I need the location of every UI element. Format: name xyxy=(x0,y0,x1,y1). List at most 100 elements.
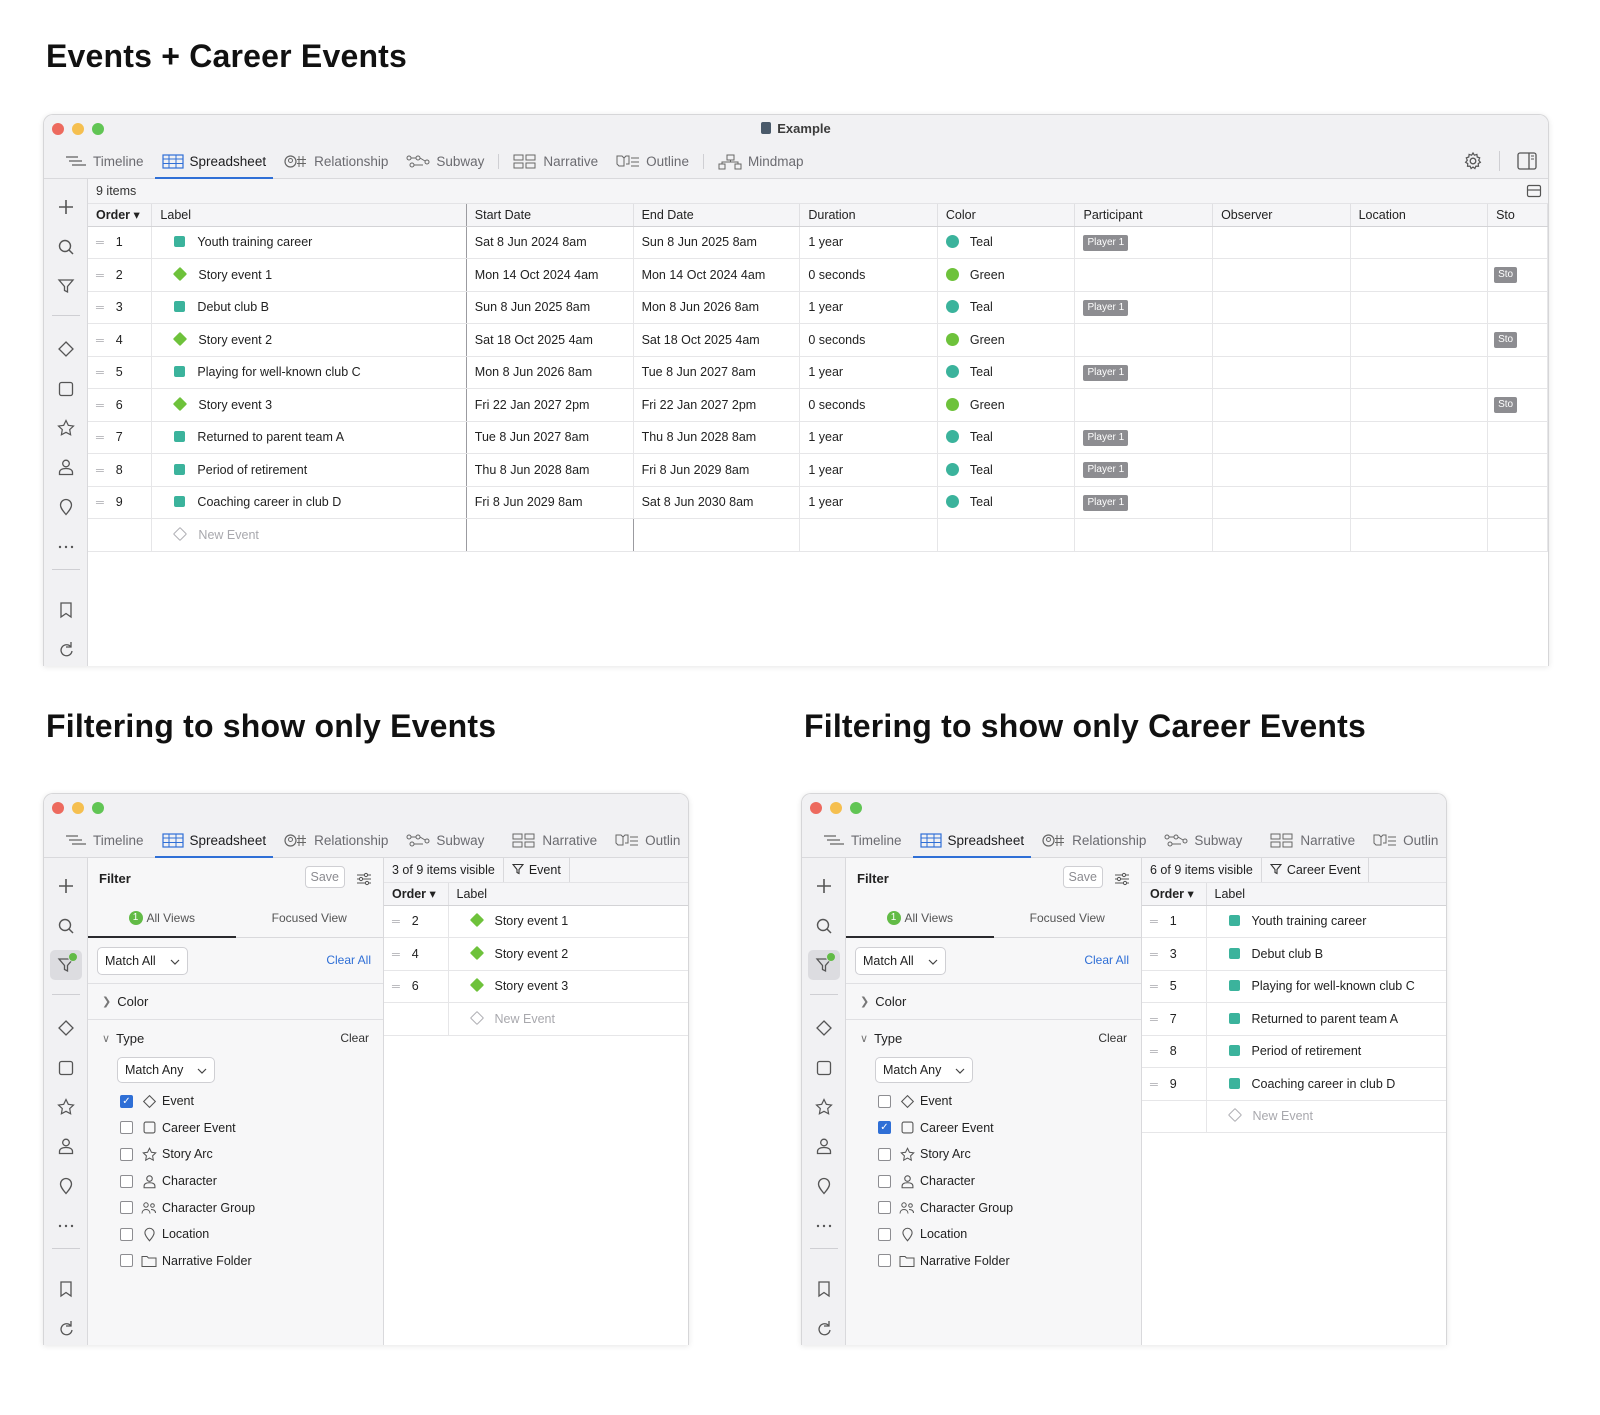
end-cell[interactable]: Thu 8 Jun 2028 8am xyxy=(633,421,801,454)
sliders-icon[interactable] xyxy=(356,871,372,887)
column-header[interactable]: Participant xyxy=(1074,204,1214,227)
observer-cell[interactable] xyxy=(1212,356,1351,389)
duration-cell[interactable]: 1 year xyxy=(799,356,938,389)
person-icon[interactable] xyxy=(54,455,78,479)
search-icon[interactable] xyxy=(812,914,836,938)
column-header[interactable]: Order ▾ xyxy=(1142,883,1207,906)
empty-cell[interactable] xyxy=(1074,518,1214,552)
star-icon[interactable] xyxy=(812,1095,836,1119)
star-icon[interactable] xyxy=(54,1095,78,1119)
collapse-panel-icon[interactable] xyxy=(1526,184,1542,201)
new-event-cell[interactable]: New Event xyxy=(1206,1100,1446,1133)
duration-cell[interactable]: 1 year xyxy=(799,486,938,519)
participant-cell[interactable]: Player 1 xyxy=(1074,291,1214,324)
table-row[interactable]: ═ 3 Debut club B xyxy=(1142,937,1446,971)
checkbox[interactable] xyxy=(878,1094,891,1108)
type-section-toggle[interactable]: ∨ Type Clear xyxy=(88,1020,383,1056)
story-cell[interactable]: Sto xyxy=(1487,388,1548,422)
match-all-dropdown[interactable]: Match All xyxy=(97,947,188,975)
duration-cell[interactable]: 1 year xyxy=(799,226,938,259)
label-cell[interactable]: Story event 1 xyxy=(448,905,688,938)
label-cell[interactable]: Story event 2 xyxy=(448,937,688,971)
drag-handle-icon[interactable]: ═ xyxy=(96,465,104,477)
label-cell[interactable]: Debut club B xyxy=(151,291,467,324)
table-row[interactable]: ═ 2 Story event 1 Mon 14 Oct 2024 4am Mon 14… xyxy=(88,258,1548,292)
duration-cell[interactable]: 1 year xyxy=(799,421,938,454)
square-icon[interactable] xyxy=(812,1056,836,1080)
checkbox[interactable] xyxy=(878,1174,891,1188)
type-option-narrative-folder[interactable]: Narrative Folder xyxy=(88,1248,383,1275)
new-event-cell[interactable]: New Event xyxy=(448,1002,688,1036)
participant-cell[interactable] xyxy=(1074,388,1214,422)
minimize-window-button[interactable] xyxy=(830,802,842,814)
sidebar-toggle-icon[interactable] xyxy=(1516,151,1538,171)
story-cell[interactable]: Sto xyxy=(1487,258,1548,292)
end-cell[interactable]: Sat 18 Oct 2025 4am xyxy=(633,323,801,357)
label-cell[interactable]: Story event 3 xyxy=(448,970,688,1003)
tab-outline[interactable]: Outlin xyxy=(606,824,688,857)
location-cell[interactable] xyxy=(1350,226,1489,259)
new-event-row[interactable]: New Event xyxy=(88,518,1548,552)
story-cell[interactable]: Sto xyxy=(1487,323,1548,357)
checkbox[interactable] xyxy=(120,1227,133,1241)
end-cell[interactable]: Sat 8 Jun 2030 8am xyxy=(633,486,801,519)
type-option-career-event[interactable]: ✓ Career Event xyxy=(846,1115,1141,1142)
tab-narrative[interactable]: Narrative xyxy=(1261,824,1364,857)
table-row[interactable]: ═ 5 Playing for well-known club C xyxy=(1142,970,1446,1003)
drag-handle-icon[interactable]: ═ xyxy=(96,302,104,314)
color-cell[interactable]: Teal xyxy=(937,356,1076,389)
end-cell[interactable]: Sun 8 Jun 2025 8am xyxy=(633,226,801,259)
tab-outline[interactable]: Outline xyxy=(607,145,698,178)
column-header[interactable]: Location xyxy=(1350,204,1489,227)
color-cell[interactable]: Teal xyxy=(937,226,1076,259)
observer-cell[interactable] xyxy=(1212,323,1351,357)
table-row[interactable]: ═ 1 Youth training career xyxy=(1142,905,1446,938)
diamond-icon[interactable] xyxy=(54,337,78,361)
start-cell[interactable]: Sat 8 Jun 2024 8am xyxy=(466,226,634,259)
observer-cell[interactable] xyxy=(1212,291,1351,324)
story-cell[interactable] xyxy=(1487,291,1548,324)
start-cell[interactable]: Fri 8 Jun 2029 8am xyxy=(466,486,634,519)
new-event-cell[interactable]: New Event xyxy=(151,518,467,552)
table-row[interactable]: ═ 9 Coaching career in club D xyxy=(1142,1067,1446,1101)
square-icon[interactable] xyxy=(54,377,78,401)
story-cell[interactable] xyxy=(1487,453,1548,487)
participant-cell[interactable]: Player 1 xyxy=(1074,453,1214,487)
column-header[interactable]: Order ▾ xyxy=(384,883,449,906)
color-section-toggle[interactable]: ❯ Color xyxy=(88,984,383,1020)
person-icon[interactable] xyxy=(54,1134,78,1158)
label-cell[interactable]: Youth training career xyxy=(151,226,467,259)
end-cell[interactable]: Fri 8 Jun 2029 8am xyxy=(633,453,801,487)
duration-cell[interactable]: 1 year xyxy=(799,453,938,487)
duration-cell[interactable]: 1 year xyxy=(799,291,938,324)
match-any-dropdown[interactable]: Match Any xyxy=(875,1057,974,1083)
drag-handle-icon[interactable]: ═ xyxy=(96,367,104,379)
tab-spreadsheet[interactable]: Spreadsheet xyxy=(153,145,276,179)
table-row[interactable]: ═ 3 Debut club B Sun 8 Jun 2025 8am Mon 8 Ju… xyxy=(88,291,1548,324)
close-window-button[interactable] xyxy=(52,802,64,814)
start-cell[interactable]: Tue 8 Jun 2027 8am xyxy=(466,421,634,454)
column-header[interactable]: Label xyxy=(448,883,688,906)
plus-icon[interactable] xyxy=(54,195,78,219)
save-filter-button[interactable]: Save xyxy=(1062,866,1103,888)
table-row[interactable]: ═ 2 Story event 1 xyxy=(384,905,688,938)
observer-cell[interactable] xyxy=(1212,226,1351,259)
end-cell[interactable]: Mon 8 Jun 2026 8am xyxy=(633,291,801,324)
drag-handle-icon[interactable]: ═ xyxy=(392,916,400,928)
more-icon[interactable] xyxy=(54,1214,78,1238)
bookmark-icon[interactable] xyxy=(54,1277,78,1301)
start-cell[interactable]: Thu 8 Jun 2028 8am xyxy=(466,453,634,487)
clear-type-link[interactable]: Clear xyxy=(1098,1031,1127,1045)
observer-cell[interactable] xyxy=(1212,258,1351,292)
drag-handle-icon[interactable]: ═ xyxy=(96,237,104,249)
participant-cell[interactable]: Player 1 xyxy=(1074,486,1214,519)
type-option-character-group[interactable]: Character Group xyxy=(88,1194,383,1221)
minimize-window-button[interactable] xyxy=(72,802,84,814)
tab-narrative[interactable]: Narrative xyxy=(504,145,607,178)
bookmark-icon[interactable] xyxy=(54,598,78,622)
checkbox[interactable] xyxy=(120,1121,133,1135)
label-cell[interactable]: Period of retirement xyxy=(151,453,467,487)
clear-all-link[interactable]: Clear All xyxy=(326,953,371,967)
color-cell[interactable]: Green xyxy=(937,258,1076,292)
tab-relationship[interactable]: Relationship xyxy=(275,145,397,178)
